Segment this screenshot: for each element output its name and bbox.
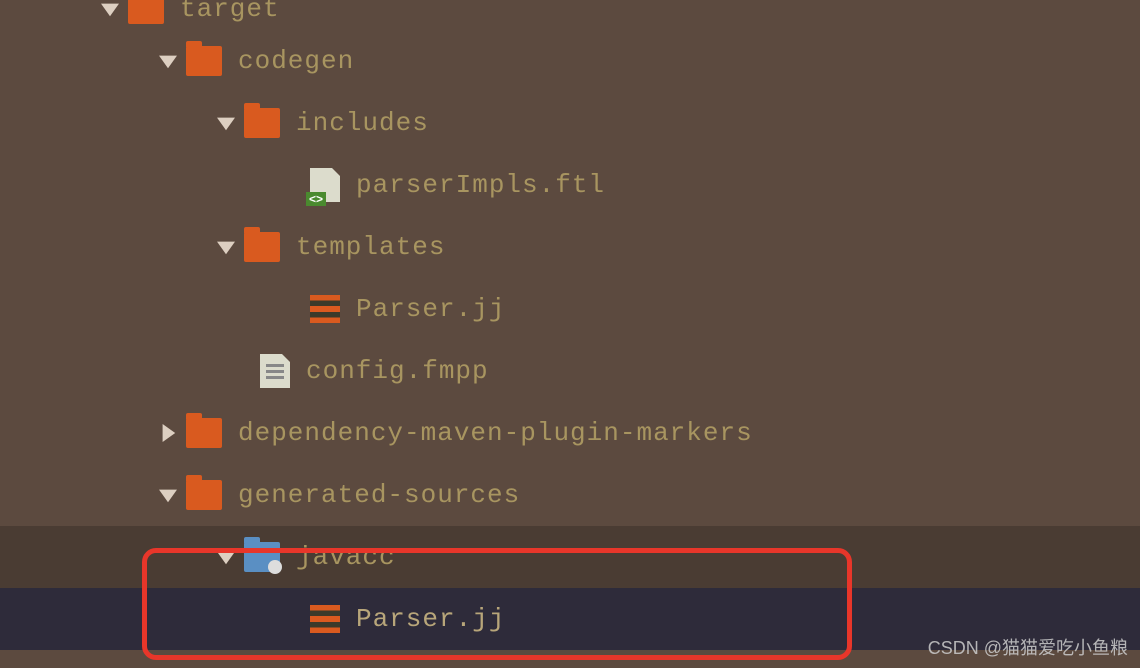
tree-label: javacc <box>296 542 396 572</box>
folder-icon <box>186 480 222 510</box>
expand-arrow-icon[interactable] <box>100 0 120 19</box>
tree-item-generated-sources[interactable]: generated-sources <box>0 464 1140 526</box>
tree-label: generated-sources <box>238 480 520 510</box>
ftl-file-icon <box>310 168 340 202</box>
tree-item-config-fmpp[interactable]: config.fmpp <box>0 340 1140 402</box>
folder-icon <box>244 108 280 138</box>
tree-label: templates <box>296 232 445 262</box>
tree-label: Parser.jj <box>356 604 505 634</box>
tree-item-includes[interactable]: includes <box>0 92 1140 154</box>
fmpp-file-icon <box>260 354 290 388</box>
tree-item-templates[interactable]: templates <box>0 216 1140 278</box>
jj-file-icon <box>310 605 340 633</box>
expand-arrow-icon[interactable] <box>216 113 236 133</box>
tree-label: dependency-maven-plugin-markers <box>238 418 753 448</box>
tree-item-codegen[interactable]: codegen <box>0 30 1140 92</box>
expand-arrow-icon[interactable] <box>216 237 236 257</box>
watermark: CSDN @猫猫爱吃小鱼粮 <box>928 634 1128 660</box>
expand-arrow-icon[interactable] <box>158 485 178 505</box>
tree-item-target[interactable]: target <box>0 0 1140 30</box>
file-tree: target codegen includes parserImpls.ftl … <box>0 0 1140 650</box>
tree-item-javacc[interactable]: javacc <box>0 526 1140 588</box>
folder-icon <box>244 232 280 262</box>
tree-label: codegen <box>238 46 354 76</box>
tree-item-parser-jj-1[interactable]: Parser.jj <box>0 278 1140 340</box>
tree-label: config.fmpp <box>306 356 489 386</box>
expand-arrow-icon[interactable] <box>158 51 178 71</box>
folder-icon <box>128 0 164 24</box>
tree-label: Parser.jj <box>356 294 505 324</box>
jj-file-icon <box>310 295 340 323</box>
folder-icon <box>186 46 222 76</box>
special-folder-icon <box>244 542 280 572</box>
tree-item-parser-impls[interactable]: parserImpls.ftl <box>0 154 1140 216</box>
tree-label: parserImpls.ftl <box>356 170 605 200</box>
tree-item-dependency-markers[interactable]: dependency-maven-plugin-markers <box>0 402 1140 464</box>
tree-label: target <box>180 0 280 24</box>
expand-arrow-icon[interactable] <box>216 547 236 567</box>
folder-icon <box>186 418 222 448</box>
collapse-arrow-icon[interactable] <box>158 423 178 443</box>
tree-label: includes <box>296 108 429 138</box>
